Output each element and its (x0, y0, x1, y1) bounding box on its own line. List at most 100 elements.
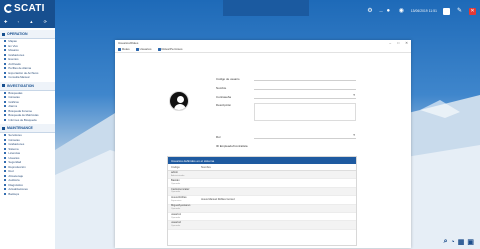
sidebar-section-title[interactable]: MAINTENANCE (0, 124, 55, 133)
sidebar-item-icon (4, 188, 7, 191)
forward-icon[interactable]: ▲ (29, 19, 33, 24)
user-code: Bastián (171, 179, 180, 183)
maximize-icon[interactable]: □ (397, 41, 399, 45)
refresh-icon[interactable]: ⟳ (44, 19, 47, 24)
sidebar-item-icon (4, 67, 7, 70)
form-row-code: Código de usuario (216, 74, 356, 83)
avatar-head (176, 96, 184, 103)
sidebar-item-icon (4, 192, 7, 195)
sidebar-item-icon (4, 179, 7, 182)
brand-icon-row: ✚ ‹ ▲ ⟳ (4, 19, 51, 24)
brand-logo: SCATI (4, 3, 51, 14)
sidebar-section-title[interactable]: INVESTIGATION (0, 81, 55, 91)
minimize-button[interactable] (443, 7, 450, 15)
table-row[interactable]: CarlosGonzalez Operador (168, 188, 356, 197)
pencil-icon[interactable]: ✎ (456, 8, 463, 15)
user-role: Supervisor (171, 199, 182, 202)
sidebar-item-label: Grabaciones (8, 52, 25, 57)
sidebar-item-icon (4, 143, 7, 146)
sidebar-item[interactable]: Informes de Búsqueda (0, 118, 55, 123)
toolbar-users-button[interactable]: Usuarios (135, 47, 152, 51)
sidebar-item-label: Búsqueda de Matrículas (8, 113, 39, 118)
role-select[interactable] (254, 133, 356, 139)
minimize-icon[interactable]: – (389, 41, 391, 45)
table-row[interactable]: usuario1 Operador (168, 212, 356, 222)
sidebar-item-icon (4, 100, 7, 103)
table-row[interactable]: usuario2 Operador (168, 221, 356, 230)
sidebar-item-icon (4, 109, 7, 112)
search-icon[interactable]: ⌕ (444, 238, 448, 246)
cell-code: Bastián Operador (171, 179, 201, 186)
form-row-description: Descripción (216, 101, 356, 123)
form-row-name: Nombre (216, 83, 356, 92)
form-row-password: Contraseña (216, 92, 356, 101)
sidebar-item-icon (4, 40, 7, 43)
logo-ring-icon (4, 4, 13, 13)
close-button[interactable]: ✕ (469, 7, 476, 15)
user-code: MiguelAyestaran (171, 204, 191, 208)
sidebar-item-label: Eventos (8, 57, 19, 62)
toolbar-label: Roles (122, 47, 130, 51)
toolbar-permissions-button[interactable]: Roles/Permisos (157, 47, 183, 51)
gear-icon[interactable]: ⚙ (366, 8, 373, 15)
sidebar-item-label: Licencias (8, 151, 21, 156)
user-avatar[interactable] (169, 91, 189, 111)
column-header-name: Nombre (201, 165, 211, 169)
description-field[interactable] (254, 103, 356, 121)
section-icon (2, 84, 5, 87)
employee-id-field[interactable] (276, 143, 356, 148)
sidebar-item-icon (4, 174, 7, 177)
user-icon: ● (386, 8, 391, 14)
sidebar-section-title[interactable]: OPERATION (0, 30, 55, 39)
sidebar-item[interactable]: Backups (0, 192, 55, 197)
table-row[interactable]: admin Administrador (168, 171, 356, 180)
sidebar-item-icon (4, 53, 7, 56)
user-role: Operador (171, 183, 181, 186)
user-code-field[interactable] (254, 76, 356, 81)
user-role: Operador (171, 216, 181, 219)
close-icon[interactable]: ✕ (405, 41, 408, 45)
sidebar-item-label: Gráficos (8, 99, 19, 104)
sidebar-item-label: Mosaico (8, 48, 19, 53)
section-icon (2, 32, 5, 36)
sidebar-item[interactable]: Consulta Manual (0, 75, 55, 80)
avatar-body (174, 104, 186, 110)
table-row[interactable]: MiguelAyestaran Operador (168, 204, 356, 213)
user-menu[interactable]: — ● (379, 8, 391, 15)
sidebar-item-icon (4, 118, 7, 121)
user-name: — (379, 9, 383, 13)
sidebar-item-label: Mapas (8, 39, 17, 44)
sidebar-item-label: Reproducción (8, 164, 26, 169)
user-name-field[interactable] (254, 85, 356, 90)
sidebar-item-label: En Vivo (8, 43, 18, 48)
top-bar: ⚙ — ● ◉ 13/06/2019 11:51 ✎ ✕ (366, 7, 476, 15)
toolbar-label: Usuarios (139, 47, 152, 51)
home-icon[interactable]: ✚ (4, 19, 7, 24)
alert-icon[interactable]: ◉ (398, 8, 405, 15)
sidebar-item-icon (4, 91, 7, 94)
user-role: Operador (171, 208, 181, 211)
toolbar-roles-button[interactable]: Roles (118, 47, 130, 51)
sidebar-item-icon (4, 134, 7, 137)
user-form: Código de usuario Nombre Contraseña Desc… (216, 74, 356, 150)
table-row[interactable]: Jesus.Robles Supervisor Jesus Manuel Roble… (168, 196, 356, 205)
grid-icon[interactable]: ▦ (458, 238, 465, 246)
sidebar-item-icon (4, 183, 7, 186)
sidebar-item-label: Actualizaciones (8, 187, 28, 192)
bell-icon[interactable]: ◔ (451, 239, 455, 246)
password-field[interactable] (254, 93, 356, 99)
sidebar-item-icon (4, 165, 7, 168)
window-controls: – □ ✕ (389, 41, 408, 45)
roles-icon (118, 47, 121, 51)
back-icon[interactable]: ‹ (18, 19, 19, 24)
table-row[interactable]: Bastián Operador (168, 179, 356, 188)
field-label: Contraseña (216, 94, 231, 99)
sidebar-item-label: Almacenaje (8, 173, 24, 178)
top-tab-decoration (223, 0, 309, 16)
cell-code: admin Administrador (171, 171, 201, 178)
table-body: admin Administrador Bastián Operador CarlosG… (168, 171, 356, 230)
sidebar-item-label: Búsquedas (8, 90, 23, 95)
monitor-icon[interactable]: ▣ (467, 238, 474, 246)
user-code: usuario1 (171, 212, 181, 216)
sidebar-item-icon (4, 62, 7, 65)
